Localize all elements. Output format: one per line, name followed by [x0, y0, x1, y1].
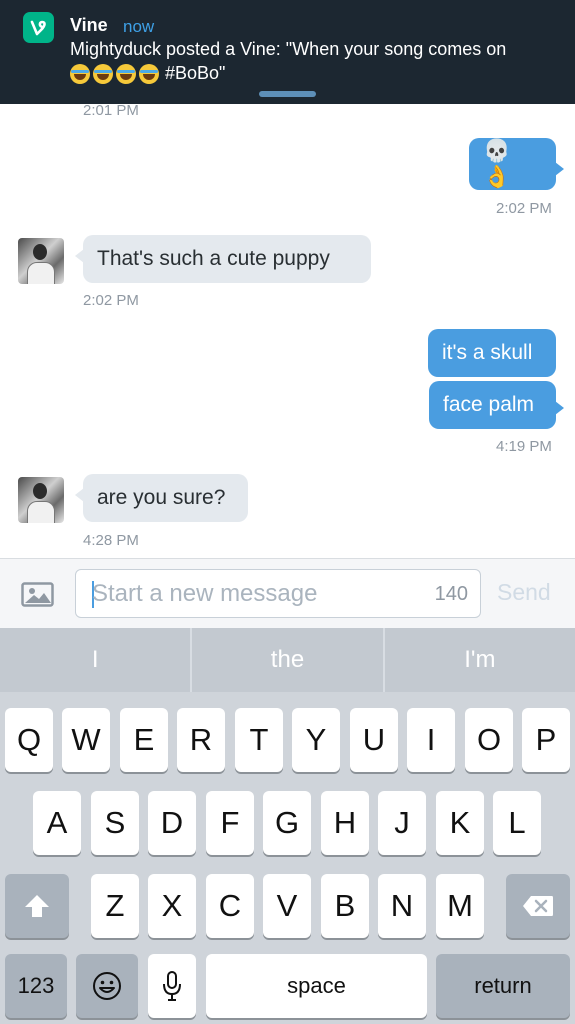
key-j[interactable]: J: [378, 791, 426, 855]
shift-icon: [25, 895, 49, 917]
key-r[interactable]: R: [177, 708, 225, 772]
message-bubble-outgoing[interactable]: 💀 👌: [469, 138, 564, 190]
delete-icon: [523, 896, 553, 916]
message-text: 💀 👌: [483, 138, 511, 189]
message-text: That's such a cute puppy: [97, 247, 330, 270]
face-with-tears-of-joy-icon: [93, 64, 113, 85]
key-l[interactable]: L: [493, 791, 541, 855]
key-w[interactable]: W: [62, 708, 110, 772]
notification-app-name: Vine: [70, 15, 108, 35]
key-b[interactable]: B: [321, 874, 369, 938]
emoji-row: [70, 64, 159, 85]
message-input[interactable]: [92, 570, 412, 617]
key-o[interactable]: O: [465, 708, 513, 772]
vine-app-icon: [23, 12, 54, 43]
key-i[interactable]: I: [407, 708, 455, 772]
key-p[interactable]: P: [522, 708, 570, 772]
notification-time: now: [123, 17, 155, 36]
microphone-key[interactable]: [148, 954, 196, 1018]
banner-drag-handle[interactable]: [259, 91, 316, 97]
message-composer: 140 Send: [0, 558, 575, 628]
key-m[interactable]: M: [436, 874, 484, 938]
face-with-tears-of-joy-icon: [116, 64, 136, 85]
return-key[interactable]: return: [436, 954, 570, 1018]
message-timestamp: 2:02 PM: [83, 292, 139, 309]
message-timestamp: 2:01 PM: [83, 102, 139, 119]
suggestion-item[interactable]: the: [190, 628, 382, 692]
suggestion-item[interactable]: I: [0, 628, 190, 692]
delete-key[interactable]: [506, 874, 570, 938]
key-e[interactable]: E: [120, 708, 168, 772]
message-input-box[interactable]: 140: [75, 569, 481, 618]
key-a[interactable]: A: [33, 791, 81, 855]
message-timestamp: 4:28 PM: [83, 532, 139, 549]
message-text: are you sure?: [97, 486, 226, 509]
microphone-icon: [163, 971, 181, 1001]
image-icon[interactable]: [21, 582, 54, 607]
key-d[interactable]: D: [148, 791, 196, 855]
avatar[interactable]: [18, 477, 64, 523]
message-text: face palm: [443, 393, 535, 416]
face-with-tears-of-joy-icon: [139, 64, 159, 85]
notification-banner[interactable]: Vine now Mightyduck posted a Vine: "When…: [0, 0, 575, 104]
key-s[interactable]: S: [91, 791, 139, 855]
key-c[interactable]: C: [206, 874, 254, 938]
space-key[interactable]: space: [206, 954, 427, 1018]
numbers-key[interactable]: 123: [5, 954, 67, 1018]
notification-message-end: #BoBo": [165, 63, 226, 83]
key-v[interactable]: V: [263, 874, 311, 938]
send-button[interactable]: Send: [497, 579, 551, 606]
message-timestamp: 2:02 PM: [496, 200, 552, 217]
notification-message-text: Mightyduck posted a Vine: "When your son…: [70, 39, 507, 59]
message-timestamp: 4:19 PM: [496, 438, 552, 455]
message-text: it's a skull: [442, 341, 533, 364]
message-bubble-outgoing[interactable]: face palm: [429, 381, 564, 429]
key-y[interactable]: Y: [292, 708, 340, 772]
keyboard: I the I'm Q W E R T Y U I O P A S D F G …: [0, 628, 575, 1024]
key-z[interactable]: Z: [91, 874, 139, 938]
key-n[interactable]: N: [378, 874, 426, 938]
key-t[interactable]: T: [235, 708, 283, 772]
conversation-thread[interactable]: 2:01 PM 💀 👌 2:02 PM That's such a cute p…: [0, 102, 575, 558]
character-counter: 140: [434, 583, 468, 605]
avatar[interactable]: [18, 238, 64, 284]
predictive-bar: I the I'm: [0, 628, 575, 692]
key-h[interactable]: H: [321, 791, 369, 855]
key-u[interactable]: U: [350, 708, 398, 772]
message-bubble-incoming[interactable]: That's such a cute puppy: [75, 235, 371, 283]
shift-key[interactable]: [5, 874, 69, 938]
key-q[interactable]: Q: [5, 708, 53, 772]
key-f[interactable]: F: [206, 791, 254, 855]
message-bubble-outgoing[interactable]: it's a skull: [428, 329, 556, 377]
key-k[interactable]: K: [436, 791, 484, 855]
message-bubble-incoming[interactable]: are you sure?: [75, 474, 248, 522]
face-with-tears-of-joy-icon: [70, 64, 90, 85]
key-g[interactable]: G: [263, 791, 311, 855]
emoji-key[interactable]: [76, 954, 138, 1018]
emoji-icon: [93, 972, 121, 1000]
suggestion-item[interactable]: I'm: [382, 628, 575, 692]
key-x[interactable]: X: [148, 874, 196, 938]
notification-message: Mightyduck posted a Vine: "When your son…: [70, 37, 560, 85]
